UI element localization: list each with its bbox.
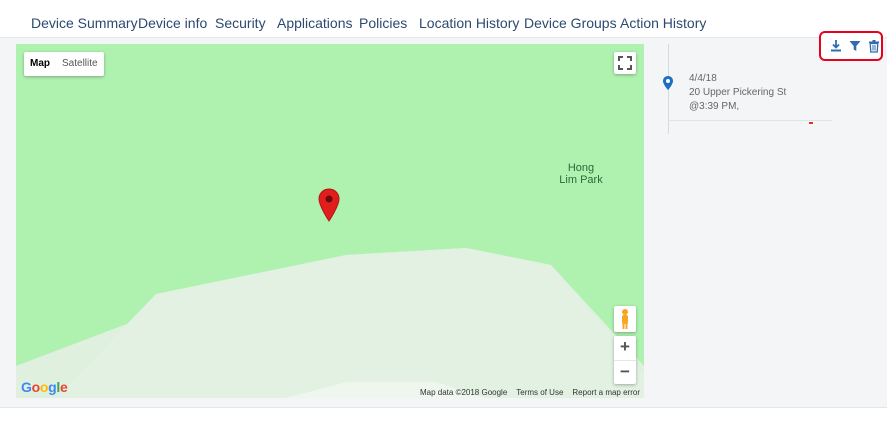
place-label-hong-lim-park: Hong Lim Park bbox=[546, 162, 616, 186]
location-map[interactable]: Map Satellite Hong Lim Park + − Google M… bbox=[16, 44, 644, 398]
tab-device-groups[interactable]: Device Groups bbox=[524, 14, 617, 32]
map-type-satellite[interactable]: Satellite bbox=[56, 52, 104, 76]
fullscreen-icon bbox=[618, 56, 632, 70]
place-label-line1: Hong bbox=[567, 162, 595, 174]
tab-action-history[interactable]: Action History bbox=[620, 14, 706, 32]
filter-button[interactable] bbox=[848, 39, 862, 53]
history-red-mark bbox=[809, 122, 813, 124]
street-view-pegman[interactable] bbox=[614, 306, 636, 332]
list-item[interactable]: 4/4/18 20 Upper Pickering St @3:39 PM, bbox=[689, 72, 786, 114]
history-time: @3:39 PM, bbox=[689, 101, 740, 112]
tab-device-summary[interactable]: Device Summary bbox=[31, 14, 138, 32]
zoom-out-button[interactable]: − bbox=[614, 361, 636, 385]
map-attribution: Map data ©2018 Google Terms of Use Repor… bbox=[420, 388, 640, 397]
delete-button[interactable] bbox=[867, 39, 881, 53]
history-date: 4/4/18 bbox=[689, 73, 717, 84]
map-type-map[interactable]: Map bbox=[24, 52, 56, 76]
terms-of-use-link[interactable]: Terms of Use bbox=[516, 388, 563, 397]
map-marker-icon bbox=[318, 188, 340, 222]
place-label-line2: Lim Park bbox=[559, 174, 603, 186]
tab-device-info[interactable]: Device info bbox=[138, 14, 207, 32]
filter-icon bbox=[849, 41, 861, 51]
tab-applications[interactable]: Applications bbox=[277, 14, 353, 32]
map-type-control: Map Satellite bbox=[24, 52, 104, 76]
location-history-list: 4/4/18 20 Upper Pickering St @3:39 PM, bbox=[663, 44, 835, 134]
pegman-icon bbox=[622, 309, 628, 329]
tab-security[interactable]: Security bbox=[215, 14, 266, 32]
bottom-strip bbox=[0, 407, 887, 427]
google-logo: Google bbox=[21, 379, 68, 395]
trash-icon bbox=[869, 40, 879, 53]
zoom-in-button[interactable]: + bbox=[614, 336, 636, 361]
fullscreen-button[interactable] bbox=[614, 52, 636, 74]
tab-location-history[interactable]: Location History bbox=[419, 14, 520, 39]
location-pin bbox=[662, 75, 674, 96]
map-data-credit: Map data ©2018 Google bbox=[419, 388, 508, 397]
tab-policies[interactable]: Policies bbox=[359, 14, 407, 32]
zoom-control: + − bbox=[614, 336, 636, 384]
report-map-error-link[interactable]: Report a map error bbox=[572, 388, 640, 397]
location-pin-icon bbox=[663, 76, 673, 90]
tab-bar: Device Summary Device info Security Appl… bbox=[0, 0, 887, 39]
map-marker[interactable] bbox=[318, 188, 340, 227]
history-divider bbox=[669, 120, 832, 121]
history-address: 20 Upper Pickering St bbox=[689, 87, 787, 98]
